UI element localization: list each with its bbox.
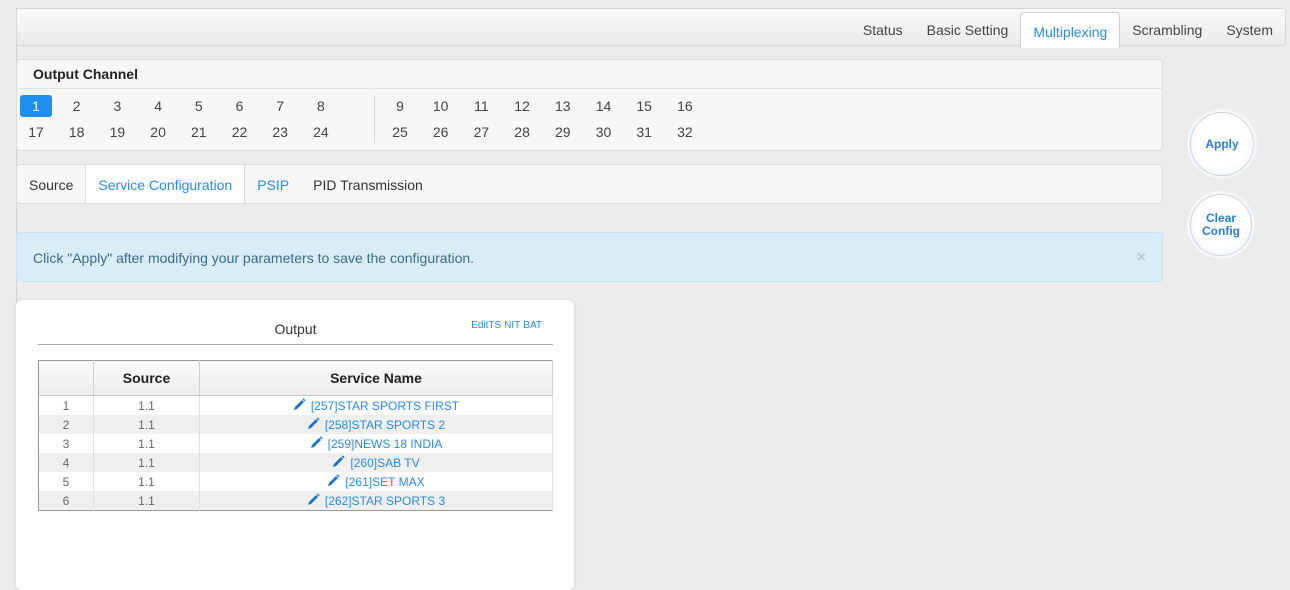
main-nav: Status Basic Setting Multiplexing Scramb… [851, 9, 1285, 48]
edit-ts-link[interactable]: EditTS [471, 320, 501, 331]
subtab-service-configuration[interactable]: Service Configuration [85, 165, 246, 203]
column-header-service-name[interactable]: Service Name [199, 360, 553, 396]
service-name[interactable]: [262]STAR SPORTS 3 [325, 494, 445, 508]
channel-27[interactable]: 27 [465, 121, 497, 143]
row-source: 1.1 [93, 472, 200, 491]
row-index: 1 [38, 395, 94, 415]
nav-tab-multiplexing[interactable]: Multiplexing [1020, 12, 1121, 48]
channel-17[interactable]: 17 [20, 121, 52, 143]
service-table: Source Service Name 1 1.1 [257]STAR SPORTS… [38, 360, 553, 511]
channel-28[interactable]: 28 [506, 121, 538, 143]
channel-23[interactable]: 23 [264, 121, 296, 143]
column-header-source[interactable]: Source [93, 360, 200, 396]
channel-13[interactable]: 13 [547, 95, 579, 117]
service-name[interactable]: [258]STAR SPORTS 2 [325, 418, 445, 432]
channel-11[interactable]: 11 [465, 95, 497, 117]
output-channel-title: Output Channel [17, 60, 1162, 89]
column-header-index [38, 360, 94, 396]
channel-14[interactable]: 14 [588, 95, 620, 117]
pencil-icon[interactable] [327, 473, 341, 490]
table-row[interactable]: 3 1.1 [259]NEWS 18 INDIA [38, 434, 553, 453]
row-source: 1.1 [93, 453, 200, 472]
channel-7[interactable]: 7 [264, 95, 296, 117]
channel-29[interactable]: 29 [547, 121, 579, 143]
channel-12[interactable]: 12 [506, 95, 538, 117]
channel-1[interactable]: 1 [20, 95, 52, 117]
service-name[interactable]: [257]STAR SPORTS FIRST [311, 399, 459, 413]
pencil-icon[interactable] [307, 492, 320, 509]
table-row[interactable]: 6 1.1 [262]STAR SPORTS 3 [38, 491, 553, 511]
row-index: 6 [38, 491, 94, 511]
subtab-psip[interactable]: PSIP [245, 165, 301, 203]
channel-30[interactable]: 30 [588, 121, 620, 143]
channel-2[interactable]: 2 [61, 95, 93, 117]
service-name[interactable]: [261]SET MAX [345, 475, 424, 489]
table-row[interactable]: 2 1.1 [258]STAR SPORTS 2 [38, 415, 553, 434]
clear-config-button[interactable]: Clear Config [1190, 194, 1252, 256]
channel-20[interactable]: 20 [142, 121, 174, 143]
channel-25[interactable]: 25 [384, 121, 416, 143]
close-icon[interactable]: × [1137, 233, 1146, 283]
subtab-source[interactable]: Source [17, 165, 85, 203]
row-service-name-cell[interactable]: [260]SAB TV [199, 453, 553, 472]
service-name[interactable]: [260]SAB TV [350, 456, 419, 470]
row-source: 1.1 [93, 415, 200, 434]
nav-tab-status[interactable]: Status [851, 9, 915, 47]
pencil-icon[interactable] [293, 397, 306, 414]
channel-24[interactable]: 24 [305, 121, 337, 143]
channel-19[interactable]: 19 [101, 121, 133, 143]
row-index: 3 [38, 434, 94, 453]
channel-divider [374, 95, 375, 143]
channel-9[interactable]: 9 [384, 95, 416, 117]
nav-tab-basic-setting[interactable]: Basic Setting [915, 9, 1021, 47]
row-service-name-cell[interactable]: [259]NEWS 18 INDIA [199, 434, 553, 453]
row-source: 1.1 [93, 434, 200, 453]
nit-link[interactable]: NIT [504, 320, 520, 331]
output-card: Output EditTS NIT BAT Source Service Name … [16, 300, 574, 590]
channel-22[interactable]: 22 [224, 121, 256, 143]
apply-button[interactable]: Apply [1190, 112, 1254, 176]
nav-tab-system[interactable]: System [1214, 9, 1285, 47]
pencil-icon[interactable] [310, 435, 323, 452]
row-service-name-cell[interactable]: [257]STAR SPORTS FIRST [199, 395, 553, 415]
row-index: 5 [38, 472, 94, 491]
channel-4[interactable]: 4 [142, 95, 174, 117]
channel-10[interactable]: 10 [425, 95, 457, 117]
row-service-name-cell[interactable]: [258]STAR SPORTS 2 [199, 415, 553, 434]
pencil-icon[interactable] [307, 416, 320, 433]
info-alert: Click "Apply" after modifying your param… [16, 232, 1163, 282]
channel-5[interactable]: 5 [183, 95, 215, 117]
table-row[interactable]: 1 1.1 [257]STAR SPORTS FIRST [38, 395, 553, 415]
channel-21[interactable]: 21 [183, 121, 215, 143]
pencil-icon[interactable] [332, 454, 346, 471]
channel-18[interactable]: 18 [61, 121, 93, 143]
bat-link[interactable]: BAT [523, 320, 542, 331]
top-navigation-bar: Status Basic Setting Multiplexing Scramb… [16, 8, 1286, 48]
table-header-row: Source Service Name [38, 360, 553, 396]
channel-16[interactable]: 16 [669, 95, 701, 117]
table-row[interactable]: 5 1.1 [261]SET MAX [38, 472, 553, 491]
output-channel-panel: Output Channel 1 2 3 4 5 6 7 8 9 10 11 12 13 14 15 16 1… [16, 59, 1163, 151]
channel-6[interactable]: 6 [224, 95, 256, 117]
row-index: 2 [38, 415, 94, 434]
subtab-pid-transmission[interactable]: PID Transmission [301, 165, 435, 203]
nav-tab-scrambling[interactable]: Scrambling [1120, 9, 1214, 47]
channel-15[interactable]: 15 [628, 95, 660, 117]
row-source: 1.1 [93, 491, 200, 511]
sub-tabs: Source Service Configuration PSIP PID Tr… [16, 164, 1163, 204]
channel-32[interactable]: 32 [669, 121, 701, 143]
channel-3[interactable]: 3 [101, 95, 133, 117]
output-links: EditTS NIT BAT [468, 320, 542, 331]
service-table-body: 1 1.1 [257]STAR SPORTS FIRST 2 1.1 [258]STAR … [38, 395, 553, 511]
row-service-name-cell[interactable]: [262]STAR SPORTS 3 [199, 491, 553, 511]
row-service-name-cell[interactable]: [261]SET MAX [199, 472, 553, 491]
channel-8[interactable]: 8 [305, 95, 337, 117]
channel-31[interactable]: 31 [628, 121, 660, 143]
service-name[interactable]: [259]NEWS 18 INDIA [328, 437, 443, 451]
row-source: 1.1 [93, 395, 200, 415]
channel-26[interactable]: 26 [425, 121, 457, 143]
row-index: 4 [38, 453, 94, 472]
table-row[interactable]: 4 1.1 [260]SAB TV [38, 453, 553, 472]
alert-message: Click "Apply" after modifying your param… [33, 250, 475, 266]
